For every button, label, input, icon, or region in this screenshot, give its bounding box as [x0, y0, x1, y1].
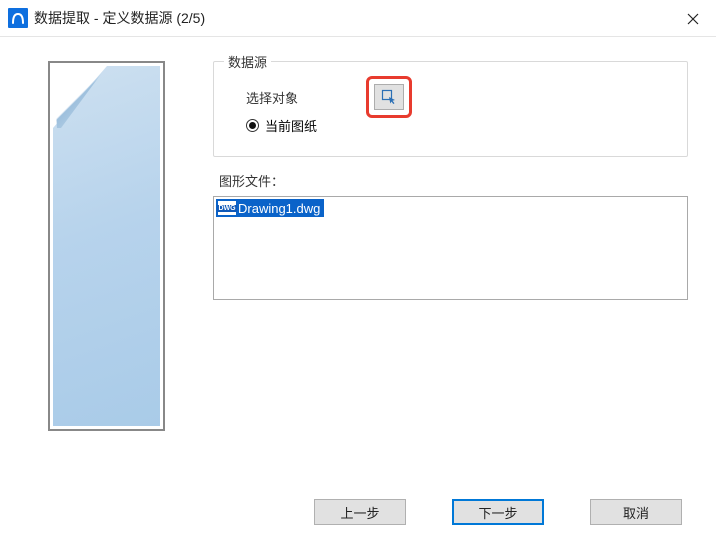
cancel-button[interactable]: 取消: [590, 499, 682, 525]
datasource-group: 数据源 选择对象 当前图纸: [213, 61, 688, 157]
close-icon: [687, 13, 699, 25]
close-button[interactable]: [680, 6, 706, 32]
titlebar: 数据提取 - 定义数据源 (2/5): [0, 0, 716, 36]
list-item[interactable]: DWG Drawing1.dwg: [216, 199, 324, 217]
drawing-files-list[interactable]: DWG Drawing1.dwg: [213, 196, 688, 300]
window-title: 数据提取 - 定义数据源 (2/5): [34, 8, 205, 28]
footer: 上一步 下一步 取消: [0, 482, 716, 542]
preview-illustration: [48, 61, 165, 431]
back-button[interactable]: 上一步: [314, 499, 406, 525]
current-drawing-radio[interactable]: [246, 119, 259, 132]
select-objects-highlight: [366, 76, 412, 118]
drawing-files-label: 图形文件：: [219, 171, 688, 190]
select-objects-button[interactable]: [374, 84, 404, 110]
current-drawing-label: 当前图纸: [265, 116, 317, 135]
content-area: 数据源 选择对象 当前图纸 图形文件：: [0, 37, 716, 482]
dwg-file-icon: DWG: [218, 201, 236, 215]
select-objects-label: 选择对象: [246, 88, 366, 107]
right-pane: 数据源 选择对象 当前图纸 图形文件：: [213, 61, 688, 482]
select-objects-icon: [381, 89, 397, 105]
next-button[interactable]: 下一步: [452, 499, 544, 525]
app-icon: [8, 8, 28, 28]
file-name: Drawing1.dwg: [238, 201, 320, 216]
current-drawing-radio-row[interactable]: 当前图纸: [232, 112, 669, 138]
select-objects-row: 选择对象: [232, 82, 669, 112]
datasource-legend: 数据源: [224, 52, 271, 71]
